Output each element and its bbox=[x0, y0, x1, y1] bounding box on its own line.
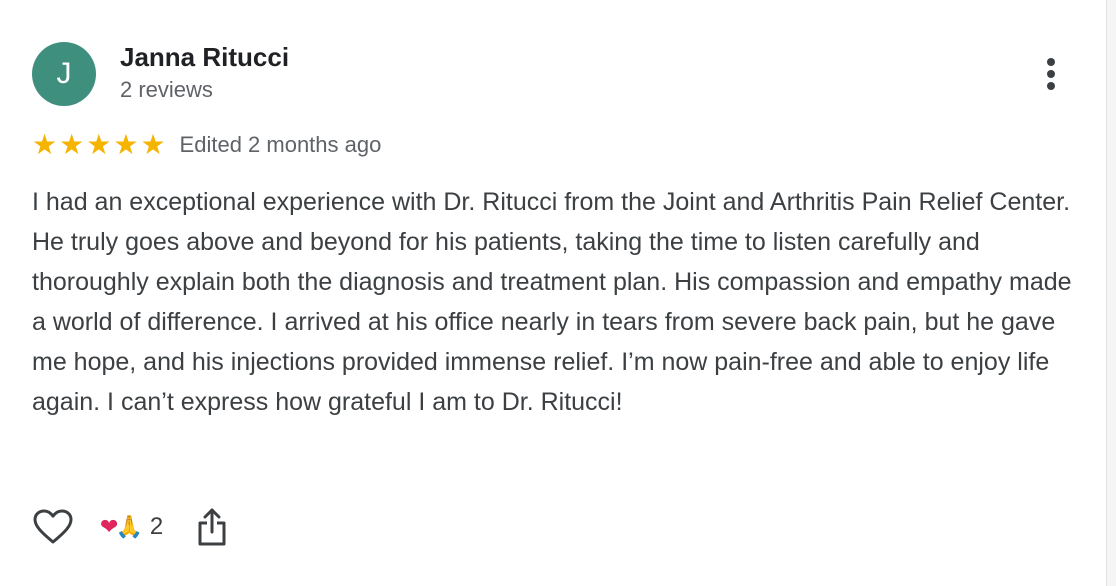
share-button[interactable] bbox=[195, 506, 229, 548]
avatar-initial: J bbox=[56, 57, 72, 90]
star-icon: ★ bbox=[113, 128, 139, 161]
star-icon: ★ bbox=[32, 128, 58, 161]
more-options-button[interactable] bbox=[1036, 54, 1066, 94]
heart-reaction-icon: ❤ bbox=[100, 514, 119, 540]
avatar[interactable]: J bbox=[32, 42, 96, 106]
pray-reaction-icon: 🙏 bbox=[115, 514, 142, 540]
like-button[interactable] bbox=[32, 506, 74, 548]
share-icon bbox=[198, 508, 226, 546]
reviewer-name[interactable]: Janna Ritucci bbox=[120, 42, 289, 73]
heart-outline-icon bbox=[33, 509, 73, 544]
star-icon: ★ bbox=[86, 128, 112, 161]
review-actions: ❤ 🙏 2 bbox=[32, 505, 229, 549]
review-card: J Janna Ritucci 2 reviews ★ ★ ★ ★ ★ Edit… bbox=[0, 0, 1106, 586]
star-icon: ★ bbox=[59, 128, 85, 161]
reactions[interactable]: ❤ 🙏 2 bbox=[100, 513, 163, 541]
rating-row: ★ ★ ★ ★ ★ Edited 2 months ago bbox=[32, 129, 381, 161]
reaction-count: 2 bbox=[149, 513, 164, 540]
edited-timestamp: Edited 2 months ago bbox=[179, 132, 382, 157]
star-rating: ★ ★ ★ ★ ★ bbox=[32, 131, 168, 159]
scrollbar-track[interactable] bbox=[1106, 0, 1116, 586]
review-text: I had an exceptional experience with Dr.… bbox=[32, 188, 1072, 416]
reviewer-review-count[interactable]: 2 reviews bbox=[120, 77, 213, 103]
star-icon: ★ bbox=[140, 128, 166, 161]
